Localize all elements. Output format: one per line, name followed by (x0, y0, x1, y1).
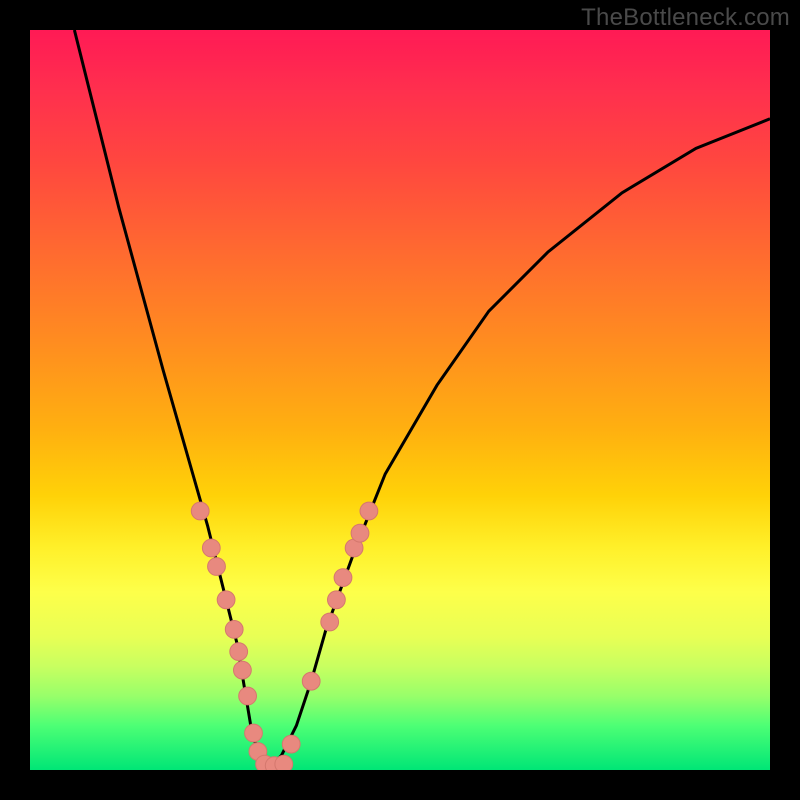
plot-area (30, 30, 770, 770)
data-marker (245, 724, 263, 742)
data-marker (225, 621, 243, 639)
chart-svg (30, 30, 770, 770)
data-marker (230, 643, 248, 661)
data-marker (328, 591, 346, 609)
data-marker (302, 672, 320, 690)
data-marker (275, 755, 293, 770)
data-marker (234, 661, 252, 679)
bottleneck-curve (74, 30, 770, 770)
source-attribution: TheBottleneck.com (581, 4, 790, 32)
data-marker (217, 591, 235, 609)
data-marker (239, 687, 257, 705)
data-marker (321, 613, 339, 631)
data-marker (191, 502, 209, 520)
data-marker (208, 558, 226, 576)
marker-group (191, 502, 377, 770)
data-marker (360, 502, 378, 520)
data-marker (202, 539, 220, 557)
data-marker (282, 735, 300, 753)
data-marker (351, 524, 369, 542)
data-marker (334, 569, 352, 587)
chart-container: TheBottleneck.com (0, 0, 800, 800)
